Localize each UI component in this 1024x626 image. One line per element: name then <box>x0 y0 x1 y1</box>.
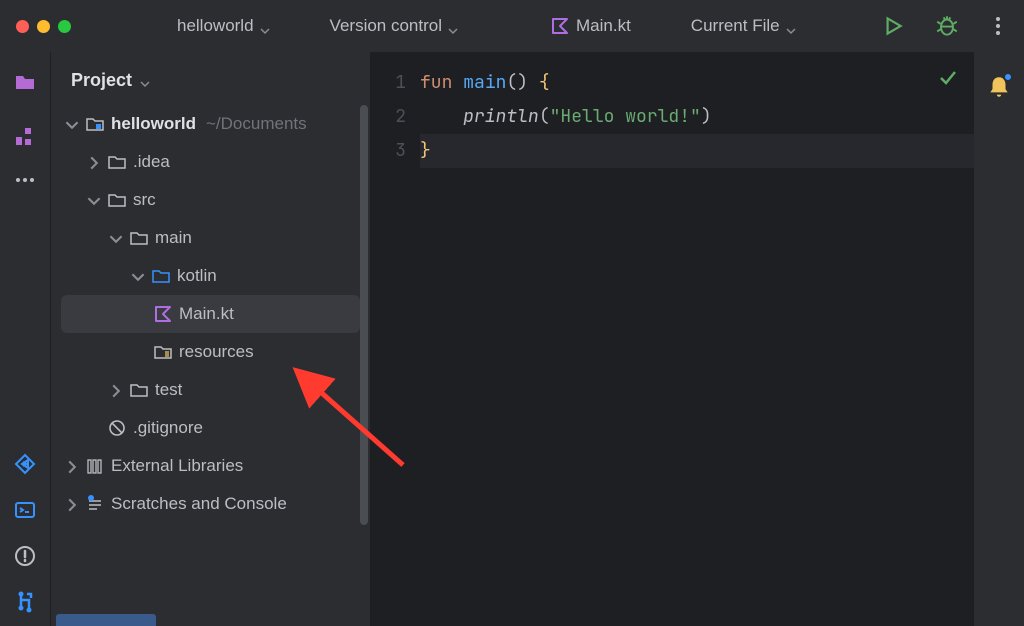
right-tool-rail <box>974 52 1024 626</box>
tree-label: .idea <box>133 152 170 172</box>
chevron-right-icon <box>65 459 79 473</box>
chevron-down-icon <box>109 231 123 245</box>
tree-item-main[interactable]: main <box>51 219 370 257</box>
tree-label: External Libraries <box>111 456 243 476</box>
line-gutter: 1 2 3 <box>370 52 420 626</box>
scratches-icon <box>85 494 105 514</box>
run-config-selector[interactable]: Current File <box>683 12 804 40</box>
tree-label: test <box>155 380 182 400</box>
tree-label: src <box>133 190 156 210</box>
chevron-down-icon <box>131 269 145 283</box>
tree-item-mainkt[interactable]: Main.kt <box>61 295 360 333</box>
tree-label: .gitignore <box>133 418 203 438</box>
project-selector[interactable]: helloworld <box>169 12 278 40</box>
tree-label: Main.kt <box>179 304 234 324</box>
code-area[interactable]: fun main() { println("Hello world!") } <box>420 52 974 626</box>
code-editor[interactable]: 1 2 3 fun main() { println("Hello world!… <box>370 52 974 626</box>
project-sidebar: Project helloworld ~/Documents .idea <box>50 52 370 626</box>
tree-item-src[interactable]: src <box>51 181 370 219</box>
top-toolbar: helloworld Version control Main.kt Curre… <box>0 0 1024 52</box>
chevron-down-icon <box>140 76 150 86</box>
tree-item-resources[interactable]: resources <box>51 333 370 371</box>
run-button[interactable] <box>880 13 906 39</box>
tree-label: kotlin <box>177 266 217 286</box>
tree-root[interactable]: helloworld ~/Documents <box>51 105 370 143</box>
close-window-button[interactable] <box>16 20 29 33</box>
tab-label: Main.kt <box>576 16 631 36</box>
editor-tab[interactable]: Main.kt <box>542 12 639 40</box>
kotlin-file-icon <box>153 304 173 324</box>
tree-label: resources <box>179 342 254 362</box>
chevron-right-icon <box>87 155 101 169</box>
chevron-right-icon <box>65 497 79 511</box>
maximize-window-button[interactable] <box>58 20 71 33</box>
services-tool-icon[interactable] <box>13 452 37 476</box>
version-control-menu[interactable]: Version control <box>322 12 466 40</box>
debug-button[interactable] <box>934 13 960 39</box>
structure-tool-icon[interactable] <box>13 124 37 148</box>
problems-tool-icon[interactable] <box>13 544 37 568</box>
chevron-down-icon <box>260 21 270 31</box>
folder-icon <box>129 228 149 248</box>
chevron-down-icon <box>65 117 79 131</box>
tree-label: Scratches and Console <box>111 494 287 514</box>
ignore-file-icon <box>107 418 127 438</box>
left-tool-rail <box>0 52 50 626</box>
version-control-label: Version control <box>330 16 442 36</box>
folder-icon <box>129 380 149 400</box>
git-tool-icon[interactable] <box>13 590 37 614</box>
resources-folder-icon <box>153 342 173 362</box>
line-number: 3 <box>370 134 406 168</box>
project-tool-icon[interactable] <box>13 70 37 94</box>
notification-badge <box>1003 72 1013 82</box>
sidebar-bottom-accent <box>56 614 156 626</box>
line-number: 2 <box>370 100 406 134</box>
tree-item-kotlin[interactable]: kotlin <box>51 257 370 295</box>
project-name: helloworld <box>177 16 254 36</box>
more-tools-icon[interactable] <box>16 178 34 182</box>
tree-item-test[interactable]: test <box>51 371 370 409</box>
folder-icon <box>107 152 127 172</box>
run-config-label: Current File <box>691 16 780 36</box>
notifications-icon[interactable] <box>986 74 1012 100</box>
folder-icon <box>107 190 127 210</box>
more-menu[interactable] <box>988 17 1008 35</box>
scrollbar-thumb[interactable] <box>360 105 368 525</box>
tree-label: helloworld <box>111 114 196 134</box>
chevron-right-icon <box>109 383 123 397</box>
tree-item-extlib[interactable]: External Libraries <box>51 447 370 485</box>
tree-label: main <box>155 228 192 248</box>
minimize-window-button[interactable] <box>37 20 50 33</box>
chevron-down-icon <box>786 21 796 31</box>
line-number: 1 <box>370 66 406 100</box>
sidebar-header[interactable]: Project <box>51 52 370 105</box>
window-controls <box>16 20 71 33</box>
inspection-ok-icon[interactable] <box>938 68 958 88</box>
tree-item-gitignore[interactable]: .gitignore <box>51 409 370 447</box>
tree-path: ~/Documents <box>206 114 307 134</box>
terminal-tool-icon[interactable] <box>13 498 37 522</box>
chevron-down-icon <box>87 193 101 207</box>
kotlin-file-icon <box>550 16 570 36</box>
tree-item-idea[interactable]: .idea <box>51 143 370 181</box>
source-folder-icon <box>151 266 171 286</box>
tree-item-scratches[interactable]: Scratches and Console <box>51 485 370 523</box>
module-folder-icon <box>85 114 105 134</box>
sidebar-title: Project <box>71 70 132 91</box>
library-icon <box>85 456 105 476</box>
file-tree: helloworld ~/Documents .idea src main <box>51 105 370 626</box>
chevron-down-icon <box>448 21 458 31</box>
